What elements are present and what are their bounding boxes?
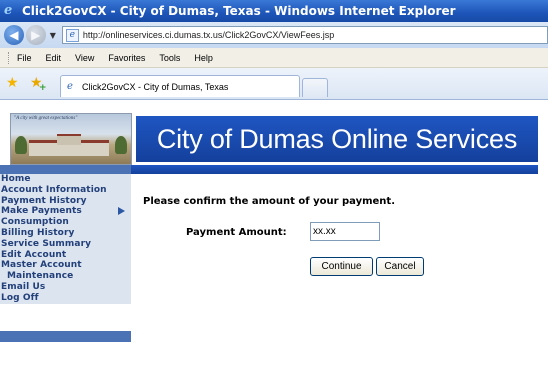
- menu-help[interactable]: Help: [194, 53, 213, 63]
- payment-amount-label: Payment Amount:: [186, 227, 287, 238]
- sidebar-item-consumption[interactable]: Consumption: [0, 217, 131, 228]
- address-toolbar: ◀ ▶ ▼ e http://onlineservices.ci.dumas.t…: [0, 22, 548, 48]
- sidebar-item-label-line1: Master Account: [1, 260, 82, 271]
- sidebar-item-account-information[interactable]: Account Information: [0, 185, 131, 196]
- menu-favorites[interactable]: Favorites: [108, 53, 145, 63]
- site-banner-title: City of Dumas Online Services: [136, 116, 538, 162]
- add-favorite-icon[interactable]: ★: [30, 75, 46, 96]
- logo-tree-left: [15, 136, 27, 154]
- active-arrow-icon: [118, 207, 125, 216]
- logo-caption: "A city with great expectations": [14, 116, 78, 121]
- toolbar-grip: [8, 51, 11, 64]
- sidebar-item-home[interactable]: Home: [0, 174, 131, 185]
- logo-tree-right: [115, 136, 127, 154]
- recent-pages-dropdown-icon[interactable]: ▼: [50, 31, 56, 40]
- sidebar-item-master-account[interactable]: Master Account Maintenance: [0, 260, 131, 282]
- forward-arrow-icon[interactable]: ▶: [25, 25, 46, 45]
- window-title: Click2GovCX - City of Dumas, Texas - Win…: [22, 4, 456, 18]
- tab-bar: ★ ★ e Click2GovCX - City of Dumas, Texas: [0, 68, 548, 100]
- back-arrow-icon[interactable]: ◀: [4, 25, 24, 45]
- sidebar-item-edit-account[interactable]: Edit Account: [0, 250, 131, 261]
- sidebar-item-payment-history[interactable]: Payment History: [0, 196, 131, 207]
- sidebar-top-cap: [0, 165, 131, 174]
- sidebar-item-make-payments[interactable]: Make Payments: [0, 206, 131, 217]
- cancel-button[interactable]: Cancel: [376, 257, 424, 276]
- menu-tools[interactable]: Tools: [159, 53, 180, 63]
- tab-click2govcx[interactable]: e Click2GovCX - City of Dumas, Texas: [60, 75, 300, 97]
- logo-building: [29, 134, 109, 156]
- page-icon: e: [65, 28, 79, 42]
- page-content: "A city with great expectations" City of…: [0, 101, 548, 367]
- sidebar-item-label: Make Payments: [1, 206, 82, 217]
- sidebar-item-billing-history[interactable]: Billing History: [0, 228, 131, 239]
- window-title-bar: e Click2GovCX - City of Dumas, Texas - W…: [0, 0, 548, 22]
- sidebar-item-email-us[interactable]: Email Us: [0, 282, 131, 293]
- favorites-star-icon[interactable]: ★: [6, 75, 19, 91]
- menu-file[interactable]: File: [17, 53, 32, 63]
- address-field[interactable]: e http://onlineservices.ci.dumas.tx.us/C…: [61, 26, 548, 44]
- menu-view[interactable]: View: [75, 53, 94, 63]
- header-divider-strip: [0, 165, 538, 174]
- sidebar-item-label-line2: Maintenance: [7, 271, 74, 282]
- payment-amount-input[interactable]: [310, 222, 380, 241]
- continue-button[interactable]: Continue: [310, 257, 373, 276]
- address-url: http://onlineservices.ci.dumas.tx.us/Cli…: [82, 30, 335, 40]
- new-tab-button[interactable]: [302, 78, 328, 97]
- ie-logo-icon: e: [4, 3, 13, 18]
- tab-page-icon: e: [67, 80, 73, 92]
- menu-bar: File Edit View Favorites Tools Help: [0, 48, 548, 68]
- sidebar-item-log-off[interactable]: Log Off: [0, 293, 131, 304]
- tab-label: Click2GovCX - City of Dumas, Texas: [82, 81, 229, 92]
- menu-edit[interactable]: Edit: [46, 53, 62, 63]
- confirm-instruction: Please confirm the amount of your paymen…: [143, 196, 396, 207]
- sidebar-nav: Home Account Information Payment History…: [0, 174, 131, 304]
- sidebar-bottom-bar: [0, 331, 131, 342]
- sidebar-item-service-summary[interactable]: Service Summary: [0, 239, 131, 250]
- city-logo: "A city with great expectations": [10, 113, 132, 165]
